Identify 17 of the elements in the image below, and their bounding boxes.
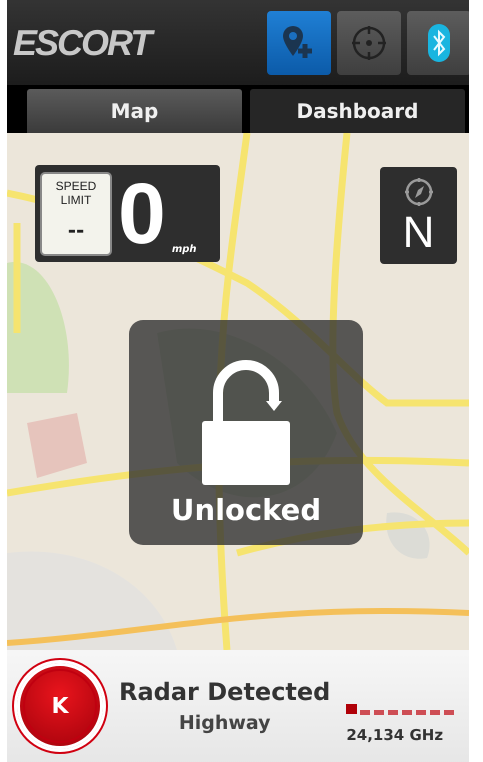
bluetooth-button[interactable]	[407, 10, 469, 74]
speed-value: 0	[118, 170, 166, 256]
speed-unit: mph	[172, 244, 197, 255]
tab[interactable]: Dashboard	[250, 89, 465, 133]
compass-icon	[404, 176, 434, 206]
lock-status: Unlocked	[170, 493, 322, 527]
crosshair-icon	[350, 24, 388, 62]
frequency-reading: 24,134 GHz	[346, 726, 444, 744]
locate-button[interactable]	[337, 10, 401, 74]
speed-limit-label: SPEED LIMIT	[54, 178, 98, 206]
bluetooth-icon	[428, 24, 450, 62]
alert-mode: Highway	[178, 712, 271, 734]
add-location-button[interactable]	[267, 10, 331, 74]
compass-heading: N	[402, 210, 434, 254]
alert-title: Radar Detected	[119, 678, 330, 706]
tab[interactable]: Map	[27, 89, 242, 133]
speed-limit-value: --	[68, 218, 84, 242]
